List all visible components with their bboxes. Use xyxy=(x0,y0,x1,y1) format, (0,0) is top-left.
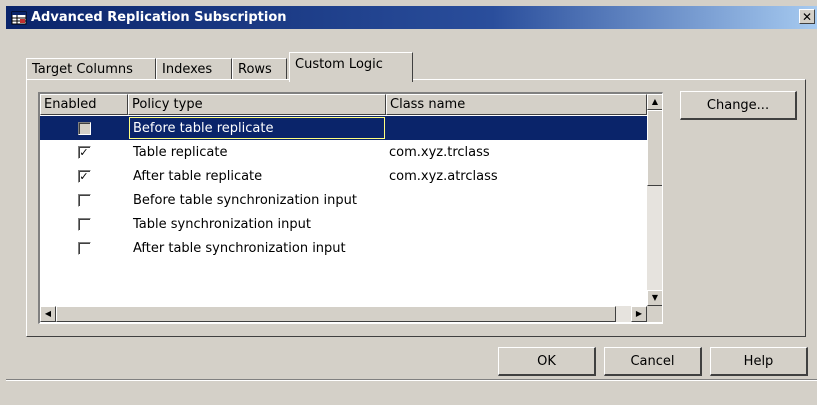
enabled-checkbox[interactable]: ✓ xyxy=(77,169,91,183)
column-header-enabled[interactable]: Enabled xyxy=(40,94,128,115)
horizontal-scroll-thumb[interactable] xyxy=(56,306,616,322)
ok-button[interactable]: OK xyxy=(498,347,596,376)
tab-target-columns[interactable]: Target Columns xyxy=(26,58,156,80)
table-row[interactable]: Before table synchronization input xyxy=(40,188,647,212)
horizontal-scrollbar[interactable]: ◀ ▶ xyxy=(40,306,647,322)
cancel-button[interactable]: Cancel xyxy=(604,347,702,376)
arrow-left-icon: ◀ xyxy=(44,309,52,318)
policy-cell[interactable]: Before table synchronization input xyxy=(128,188,386,212)
close-icon: ✕ xyxy=(801,9,813,24)
window-title: Advanced Replication Subscription xyxy=(31,10,287,25)
policy-cell[interactable]: Before table replicate xyxy=(128,116,386,140)
class-name-cell[interactable]: com.xyz.atrclass xyxy=(386,169,647,184)
enabled-checkbox[interactable] xyxy=(77,241,91,255)
table-row[interactable]: Table synchronization input xyxy=(40,212,647,236)
scroll-down-button[interactable]: ▼ xyxy=(647,290,662,306)
policy-cell[interactable]: Table replicate xyxy=(128,140,386,164)
class-name-cell[interactable]: com.xyz.trclass xyxy=(386,145,647,160)
table-row[interactable]: ✓ Table replicate com.xyz.trclass xyxy=(40,140,647,164)
policy-cell[interactable]: After table synchronization input xyxy=(128,236,386,260)
table-header: Enabled Policy type Class name xyxy=(40,94,647,115)
enabled-checkbox[interactable] xyxy=(77,121,91,135)
column-header-policy-type[interactable]: Policy type xyxy=(128,94,386,115)
column-header-class-name[interactable]: Class name xyxy=(386,94,647,115)
help-button[interactable]: Help xyxy=(710,347,808,376)
table-row[interactable]: ✓ After table replicate com.xyz.atrclass xyxy=(40,164,647,188)
arrow-up-icon: ▲ xyxy=(651,97,659,106)
close-button[interactable]: ✕ xyxy=(799,9,815,24)
arrow-down-icon: ▼ xyxy=(651,293,659,302)
vertical-scrollbar[interactable]: ▲ ▼ xyxy=(647,94,662,306)
vertical-scroll-thumb[interactable] xyxy=(647,110,662,186)
table-body: Before table replicate ✓ Table replicate… xyxy=(40,116,647,260)
scroll-left-button[interactable]: ◀ xyxy=(40,306,56,322)
policy-cell[interactable]: Table synchronization input xyxy=(128,212,386,236)
policy-table: Enabled Policy type Class name Before ta… xyxy=(38,92,663,324)
table-row[interactable]: Before table replicate xyxy=(40,116,647,140)
divider xyxy=(6,379,817,381)
table-row[interactable]: After table synchronization input xyxy=(40,236,647,260)
scroll-right-button[interactable]: ▶ xyxy=(631,306,647,322)
policy-cell[interactable]: After table replicate xyxy=(128,164,386,188)
scrollbar-corner xyxy=(647,306,662,322)
scroll-up-button[interactable]: ▲ xyxy=(647,94,662,110)
enabled-checkbox[interactable] xyxy=(77,193,91,207)
tab-indexes[interactable]: Indexes xyxy=(156,58,232,80)
tab-custom-logic[interactable]: Custom Logic xyxy=(289,52,413,82)
table-icon xyxy=(11,10,27,26)
tab-rows[interactable]: Rows xyxy=(232,58,287,80)
arrow-right-icon: ▶ xyxy=(635,309,643,318)
change-button[interactable]: Change... xyxy=(680,91,797,120)
enabled-checkbox[interactable] xyxy=(77,217,91,231)
title-bar: Advanced Replication Subscription ✕ xyxy=(6,6,817,29)
enabled-checkbox[interactable]: ✓ xyxy=(77,145,91,159)
